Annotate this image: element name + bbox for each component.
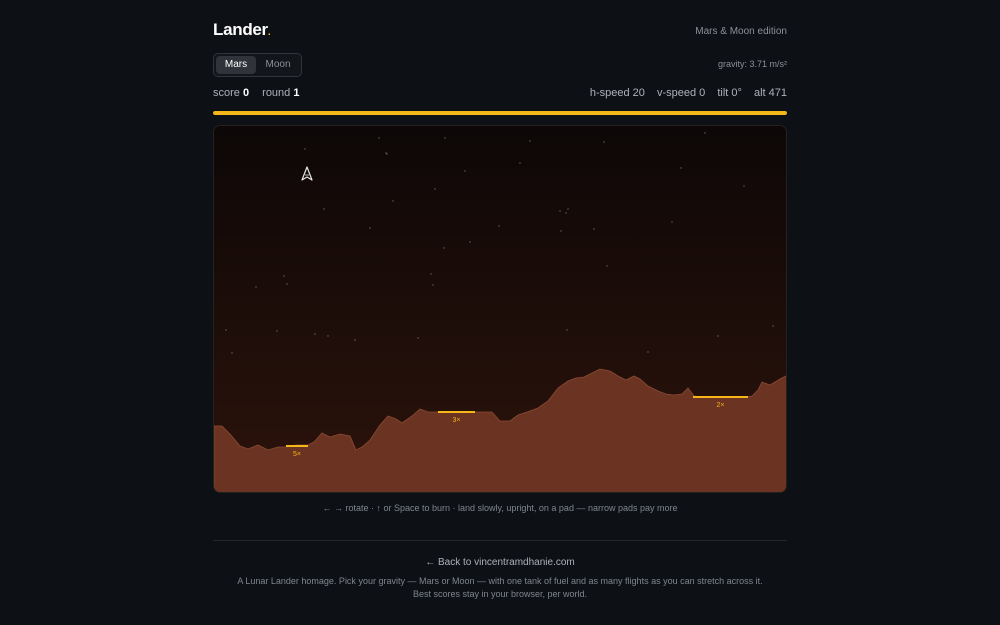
star: [434, 188, 436, 190]
round-value: 1: [293, 87, 300, 99]
pad-multiplier-label: 2×: [717, 402, 725, 409]
header: Lander. Mars & Moon edition: [213, 20, 787, 42]
star: [519, 162, 521, 164]
star: [567, 208, 569, 210]
star: [255, 286, 257, 288]
star: [671, 221, 673, 223]
star: [354, 339, 356, 341]
back-link[interactable]: ← Back to vincentramdhanie.com: [425, 557, 575, 568]
star: [498, 225, 500, 227]
fuel-bar-fill: [213, 111, 787, 115]
pad-multiplier-label: 5×: [293, 451, 301, 458]
star: [444, 137, 446, 139]
star: [276, 330, 278, 332]
star: [560, 230, 562, 232]
edition-label: Mars & Moon edition: [695, 26, 787, 37]
star: [743, 185, 745, 187]
pad-multiplier-label: 3×: [453, 417, 461, 424]
fuel-bar: [213, 111, 787, 115]
star: [565, 212, 567, 214]
star: [443, 247, 445, 249]
star: [283, 275, 285, 277]
star: [464, 170, 466, 172]
star: [417, 337, 419, 339]
game-scene[interactable]: 5× 3× 2×: [214, 126, 787, 493]
tilt-readout: tilt 0°: [717, 87, 742, 99]
world-switch: Mars Moon: [213, 53, 302, 77]
star: [566, 329, 568, 331]
star: [529, 140, 531, 142]
about-line-1: A Lunar Lander homage. Pick your gravity…: [237, 576, 763, 586]
controls-hint: ← → rotate · ↑ or Space to burn · land s…: [322, 503, 678, 513]
star: [369, 227, 371, 229]
star: [327, 335, 329, 337]
star: [603, 141, 605, 143]
score-value: 0: [242, 87, 250, 99]
world-mars-button[interactable]: Mars: [216, 56, 256, 74]
star: [430, 273, 432, 275]
world-moon-button[interactable]: Moon: [258, 56, 298, 74]
star: [286, 283, 288, 285]
about-line-2: Best scores stay in your browser, per wo…: [412, 589, 588, 599]
page: Lander. Mars & Moon edition Mars Moon gr…: [213, 0, 787, 625]
star: [704, 132, 706, 134]
star: [680, 167, 682, 169]
star: [385, 152, 387, 154]
star: [772, 325, 774, 327]
star: [717, 335, 719, 337]
brand-dot: .: [267, 27, 271, 38]
alt-readout: alt 471: [753, 87, 787, 99]
hspeed-readout: h-speed 20: [589, 87, 645, 99]
brand-logo: Lander.: [213, 20, 271, 40]
round-label: round: [262, 87, 291, 99]
star: [314, 333, 316, 335]
star: [647, 351, 649, 353]
star: [593, 228, 595, 230]
about-text: A Lunar Lander homage. Pick your gravity…: [213, 575, 787, 601]
star: [386, 153, 388, 155]
star: [304, 148, 306, 150]
brand-name: Lander: [213, 20, 268, 39]
star: [323, 208, 325, 210]
star: [469, 241, 471, 243]
vspeed-readout: v-speed 0: [656, 87, 706, 99]
game-canvas[interactable]: 5× 3× 2×: [213, 125, 787, 493]
divider: [213, 540, 787, 541]
star: [559, 210, 561, 212]
flight-stats: h-speed 20 v-speed 0 tilt 0° alt 471: [581, 87, 787, 99]
star: [392, 200, 394, 202]
gravity-readout: gravity: 3.71 m/s²: [717, 59, 787, 69]
star: [231, 352, 233, 354]
star: [378, 137, 380, 139]
score-panel: score 0 round 1: [213, 87, 299, 99]
star: [432, 284, 434, 286]
star: [606, 265, 608, 267]
score-label: score: [213, 87, 240, 99]
star: [225, 329, 227, 331]
back-link-row: ← Back to vincentramdhanie.com: [213, 557, 787, 568]
